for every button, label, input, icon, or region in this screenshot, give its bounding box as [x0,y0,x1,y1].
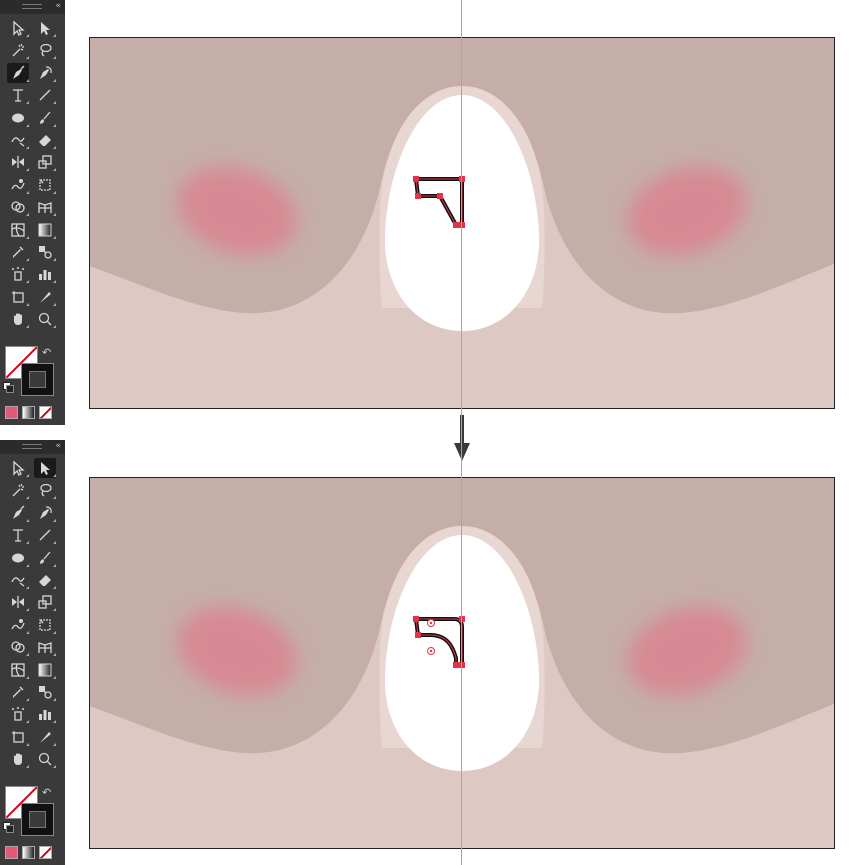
slice-tool-icon[interactable] [34,287,56,307]
vertical-guide-line [461,0,462,865]
tools-panel-after: «↶ [0,440,65,865]
anchor-point[interactable] [437,193,443,199]
none-mode-icon[interactable] [39,406,52,419]
stroke-swatch[interactable] [21,803,54,836]
magic-wand-icon[interactable] [7,40,29,60]
symbol-sprayer-icon[interactable] [7,264,29,284]
column-graph-icon[interactable] [34,704,56,724]
scale-tool-icon[interactable] [34,592,56,612]
anchor-point[interactable] [459,176,465,182]
shape-builder-icon[interactable] [7,197,29,217]
line-segment-tool-icon[interactable] [34,85,56,105]
paintbrush-icon[interactable] [34,548,56,568]
eraser-icon[interactable] [34,130,56,150]
ellipse-tool-icon[interactable] [7,548,29,568]
live-corner-widget-dot [429,649,433,653]
magic-wand-icon[interactable] [7,480,29,500]
artboard-before [89,37,835,409]
type-tool-icon[interactable] [7,85,29,105]
artboard-tool-icon[interactable] [7,727,29,747]
swap-fill-stroke-icon[interactable]: ↶ [42,786,51,799]
scale-tool-icon[interactable] [34,152,56,172]
reflect-tool-icon[interactable] [7,592,29,612]
anchor-point[interactable] [415,193,421,199]
ellipse-tool-icon[interactable] [7,108,29,128]
pen-tool-icon[interactable] [7,62,29,83]
live-corner-widget-dot [429,621,433,625]
warp-tool-icon[interactable] [7,615,29,635]
canvas-illustration-before [90,38,834,408]
anchor-point[interactable] [459,662,465,668]
arrow-down-icon [454,415,470,461]
symbol-sprayer-icon[interactable] [7,704,29,724]
blend-tool-icon[interactable] [34,682,56,702]
direct-selection-tool-icon[interactable] [34,458,56,478]
reflect-tool-icon[interactable] [7,152,29,172]
collapse-icon[interactable]: « [55,441,61,452]
anchor-point[interactable] [459,616,465,622]
swap-fill-stroke-icon[interactable]: ↶ [42,346,51,359]
color-mode-icon[interactable] [5,406,18,419]
selection-tool-icon[interactable] [7,458,29,478]
curvature-tool-icon[interactable] [34,503,56,523]
shaper-tool-icon[interactable] [7,130,29,150]
free-transform-icon[interactable] [34,615,56,635]
anchor-point[interactable] [413,616,419,622]
eraser-icon[interactable] [34,570,56,590]
hand-tool-icon[interactable] [7,749,29,769]
drag-grip-icon[interactable] [22,4,42,9]
eyedropper-icon[interactable] [7,242,29,262]
artboard-tool-icon[interactable] [7,287,29,307]
gradient-mode-icon[interactable] [22,846,35,859]
curvature-tool-icon[interactable] [34,63,56,83]
canvas-illustration-after [90,478,834,848]
gradient-mode-icon[interactable] [22,406,35,419]
collapse-icon[interactable]: « [55,1,61,12]
slice-tool-icon[interactable] [34,727,56,747]
line-segment-tool-icon[interactable] [34,525,56,545]
perspective-grid-icon[interactable] [34,197,56,217]
shaper-tool-icon[interactable] [7,570,29,590]
default-fill-stroke-icon[interactable] [3,382,14,393]
selection-tool-icon[interactable] [7,18,29,38]
anchor-point[interactable] [453,222,459,228]
perspective-grid-icon[interactable] [34,637,56,657]
stroke-swatch[interactable] [21,363,54,396]
lasso-icon[interactable] [34,40,56,60]
none-mode-icon[interactable] [39,846,52,859]
zoom-tool-icon[interactable] [34,309,56,329]
type-tool-icon[interactable] [7,525,29,545]
direct-selection-tool-icon[interactable] [34,18,56,38]
blend-tool-icon[interactable] [34,242,56,262]
anchor-point[interactable] [413,176,419,182]
eyedropper-icon[interactable] [7,682,29,702]
tools-panel-before: «↶ [0,0,65,425]
pen-tool-icon[interactable] [7,503,29,523]
gradient-tool-icon[interactable] [34,660,56,680]
toolbar-header[interactable]: « [0,0,65,14]
color-mode-icon[interactable] [5,846,18,859]
mesh-tool-icon[interactable] [7,220,29,240]
zoom-tool-icon[interactable] [34,749,56,769]
artboard-after [89,477,835,849]
drag-grip-icon[interactable] [22,444,42,449]
anchor-point[interactable] [453,662,459,668]
shape-builder-icon[interactable] [7,637,29,657]
free-transform-icon[interactable] [34,175,56,195]
lasso-icon[interactable] [34,480,56,500]
warp-tool-icon[interactable] [7,175,29,195]
default-fill-stroke-icon[interactable] [3,822,14,833]
column-graph-icon[interactable] [34,264,56,284]
anchor-point[interactable] [459,222,465,228]
gradient-tool-icon[interactable] [34,220,56,240]
paintbrush-icon[interactable] [34,108,56,128]
hand-tool-icon[interactable] [7,309,29,329]
mesh-tool-icon[interactable] [7,660,29,680]
toolbar-header[interactable]: « [0,440,65,454]
anchor-point[interactable] [415,632,421,638]
